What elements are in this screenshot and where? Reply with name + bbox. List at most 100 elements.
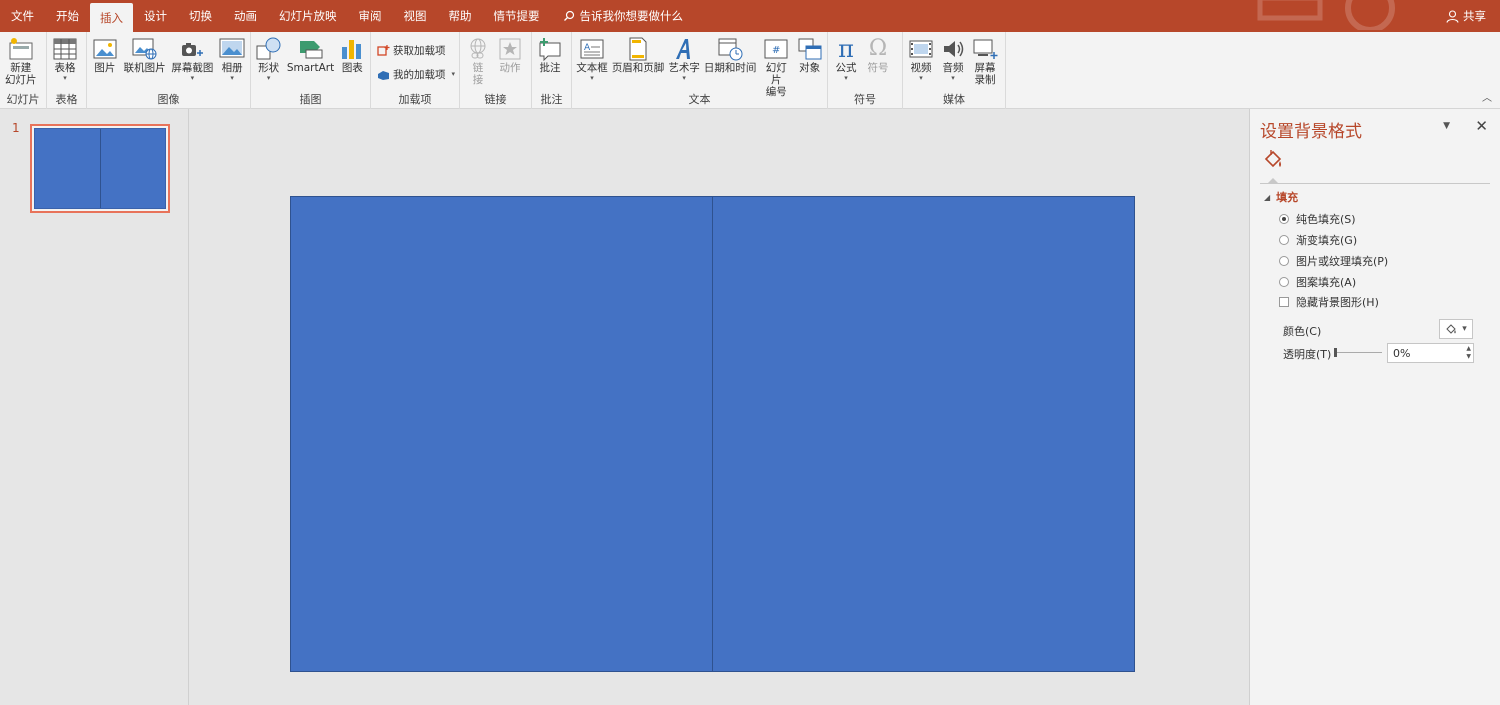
pane-title: 设置背景格式 — [1260, 122, 1362, 142]
album-icon — [219, 38, 245, 58]
comment-label: 批注 — [539, 62, 561, 74]
slide-divider-line[interactable] — [712, 197, 713, 671]
group-addins: 获取加载项 我的加载项 ▾ 加载项 — [371, 32, 460, 109]
hide-background-graphics-option[interactable]: 隐藏背景图形(H) — [1279, 294, 1379, 310]
tell-me-label: 告诉我你想要做什么 — [579, 9, 684, 23]
tab-help[interactable]: 帮助 — [438, 0, 483, 32]
slide-number-icon: # — [764, 39, 788, 59]
group-links: 链 接 动作 链接 — [460, 32, 532, 109]
tab-animations[interactable]: 动画 — [223, 0, 268, 32]
paint-bucket-icon — [1446, 324, 1456, 334]
gradient-fill-radio[interactable] — [1279, 235, 1289, 245]
pattern-fill-option[interactable]: 图案填充(A) — [1279, 274, 1356, 290]
collapse-ribbon-icon[interactable]: ︿ — [1482, 89, 1492, 104]
slide-thumbnail[interactable] — [30, 124, 170, 213]
wordart-label: 艺术字 — [668, 62, 700, 74]
smartart-icon — [299, 41, 322, 59]
group-comments: 批注 批注 — [532, 32, 572, 109]
hide-background-graphics-checkbox[interactable] — [1279, 297, 1289, 307]
online-picture-label: 联机图片 — [123, 62, 166, 74]
get-addins-button[interactable]: 获取加载项 — [377, 38, 455, 62]
group-media: 视频 ▾ 音频 ▾ 屏幕 录制 媒体 — [903, 32, 1006, 109]
tab-slideshow[interactable]: 幻灯片放映 — [268, 0, 348, 32]
slide-canvas[interactable] — [290, 196, 1135, 672]
pane-separator — [1260, 178, 1490, 184]
picture-fill-radio[interactable] — [1279, 256, 1289, 266]
chevron-down-icon: ▾ — [230, 74, 234, 82]
tab-file[interactable]: 文件 — [0, 0, 45, 32]
tab-insert[interactable]: 插入 — [90, 3, 133, 32]
chevron-down-icon: ▾ — [266, 74, 271, 82]
solid-fill-radio[interactable] — [1279, 214, 1289, 224]
addin-icon — [378, 70, 389, 80]
share-label: 共享 — [1463, 9, 1486, 23]
group-comments-label: 批注 — [540, 93, 563, 106]
tab-view[interactable]: 视图 — [393, 0, 438, 32]
chevron-down-icon: ▾ — [63, 74, 67, 82]
smartart-label: SmartArt — [286, 62, 335, 74]
group-images: 图片 联机图片 屏幕截图 ▾ 相册 ▾ 图像 — [87, 32, 251, 109]
picture-fill-option[interactable]: 图片或纹理填充(P) — [1279, 253, 1388, 269]
svg-text:#: # — [772, 45, 780, 56]
pattern-fill-radio[interactable] — [1279, 277, 1289, 287]
share-button[interactable]: 共享 — [1446, 0, 1486, 32]
link-icon — [470, 38, 486, 59]
group-symbols-label: 符号 — [854, 93, 876, 106]
tab-storyboard[interactable]: 情节提要 — [483, 0, 551, 32]
header-footer-label: 页眉和页脚 — [611, 62, 665, 74]
ribbon-insert: 新建 幻灯片 幻灯片 表格 ▾ 表格 图片 联机图片 屏幕截图 ▾ 相册 ▾ 图… — [0, 32, 1500, 109]
object-icon — [798, 38, 822, 60]
title-bar-decoration — [1257, 0, 1395, 30]
fill-bucket-icon[interactable] — [1262, 149, 1284, 174]
screenshot-label: 屏幕截图 — [171, 62, 214, 74]
pane-options-icon[interactable]: ▼ — [1443, 121, 1450, 131]
my-addins-button[interactable]: 我的加载项 ▾ — [377, 62, 455, 86]
action-label: 动作 — [499, 62, 521, 74]
fill-section-header[interactable]: ◢ 填充 — [1264, 189, 1298, 205]
group-illustrations-label: 插图 — [299, 93, 322, 106]
spinner-arrows-icon[interactable]: ▲ ▼ — [1466, 345, 1471, 361]
tell-me-search[interactable]: 告诉我你想要做什么 — [563, 0, 684, 32]
equation-label: 公式 — [835, 62, 857, 74]
screen-recording-icon — [973, 39, 998, 59]
transparency-slider[interactable] — [1334, 348, 1382, 357]
textbox-label: 文本框 — [576, 62, 608, 74]
group-tables: 表格 ▾ 表格 — [47, 32, 87, 109]
object-label: 对象 — [799, 62, 821, 74]
shapes-icon — [256, 37, 281, 60]
close-icon[interactable]: ✕ — [1475, 117, 1488, 135]
solid-fill-option[interactable]: 纯色填充(S) — [1279, 211, 1356, 227]
group-slides: 新建 幻灯片 幻灯片 — [0, 32, 47, 109]
tab-design[interactable]: 设计 — [133, 0, 178, 32]
chart-label: 图表 — [341, 62, 363, 74]
group-tables-label: 表格 — [55, 93, 78, 106]
group-addins-label: 加载项 — [398, 93, 432, 106]
tab-review[interactable]: 审阅 — [348, 0, 393, 32]
color-label: 颜色(C) — [1283, 325, 1322, 338]
screenshot-icon — [182, 43, 204, 56]
gradient-fill-option[interactable]: 渐变填充(G) — [1279, 232, 1357, 248]
format-background-pane: 设置背景格式 ▼ ✕ ◢ 填充 纯色填充(S) 渐变填充(G) 图片或纹理填充(… — [1249, 109, 1500, 705]
audio-label: 音频 — [942, 62, 964, 74]
album-label: 相册 — [221, 62, 243, 74]
chart-icon — [342, 40, 362, 59]
color-picker-button[interactable]: ▾ — [1439, 319, 1473, 339]
person-icon — [1446, 9, 1459, 23]
calendar-icon — [718, 38, 743, 61]
picture-fill-label: 图片或纹理填充(P) — [1296, 255, 1389, 268]
screen-recording-label: 屏幕 录制 — [974, 62, 996, 86]
transparency-slider-handle[interactable] — [1334, 348, 1337, 357]
group-text: A 文本框 ▾ 页眉和页脚 艺术字 ▾ 日期和时间 # 幻灯片 编号 对象 文本 — [572, 32, 828, 109]
group-media-label: 媒体 — [943, 93, 965, 106]
transparency-input[interactable]: 0% ▲ ▼ — [1387, 343, 1474, 363]
chevron-down-icon: ▾ — [844, 74, 848, 82]
chevron-down-icon: ▾ — [919, 74, 923, 82]
group-symbols: π 公式 ▾ Ω 符号 符号 — [828, 32, 903, 109]
tab-home[interactable]: 开始 — [45, 0, 90, 32]
new-slide-icon — [9, 38, 33, 60]
speaker-icon — [944, 41, 964, 57]
picture-label: 图片 — [94, 62, 116, 74]
get-addins-label: 获取加载项 — [393, 44, 446, 57]
tab-transitions[interactable]: 切换 — [178, 0, 223, 32]
group-links-label: 链接 — [484, 93, 507, 106]
